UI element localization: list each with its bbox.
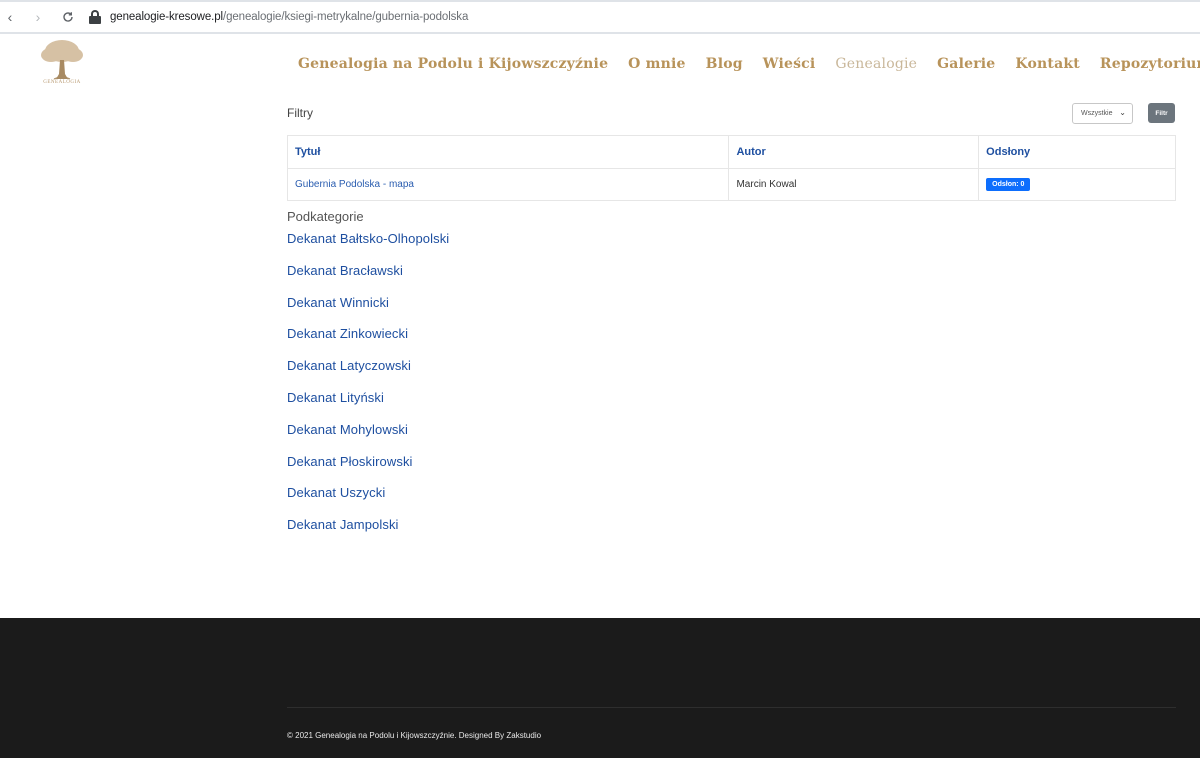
forward-arrow-icon[interactable]: › bbox=[25, 4, 51, 30]
nav-item-repozytorium[interactable]: Repozytorium bbox=[1100, 56, 1200, 72]
subcategory-link[interactable]: Dekanat Winnicki bbox=[287, 295, 389, 310]
subcategory-link[interactable]: Dekanat Płoskirowski bbox=[287, 454, 413, 469]
list-item: Dekanat Lityński bbox=[287, 389, 449, 421]
address-bar[interactable]: genealogie-kresowe.pl/genealogie/ksiegi-… bbox=[110, 11, 468, 23]
list-item: Dekanat Bałtsko-Olhopolski bbox=[287, 230, 449, 262]
column-header-views[interactable]: Odsłony bbox=[978, 135, 1176, 169]
nav-item-wiesci[interactable]: Wieści bbox=[763, 56, 816, 72]
filter-button[interactable]: Filtr bbox=[1148, 103, 1175, 123]
filters-label: Filtry bbox=[287, 106, 313, 120]
list-item: Dekanat Winnicki bbox=[287, 294, 449, 326]
subcategory-link[interactable]: Dekanat Uszycki bbox=[287, 485, 385, 500]
filter-select[interactable]: Wszystkie ⌄ bbox=[1072, 103, 1133, 124]
browser-toolbar: ‹ › genealogie-kresowe.pl/genealogie/ksi… bbox=[0, 0, 1200, 34]
subcategory-link[interactable]: Dekanat Bracławski bbox=[287, 263, 403, 278]
logo-text: GENEALOGIA bbox=[43, 80, 81, 85]
copyright-text: © 2021 Genealogia na Podolu i Kijowszczy… bbox=[287, 731, 542, 740]
list-item: Dekanat Uszycki bbox=[287, 484, 449, 516]
reload-icon[interactable] bbox=[55, 4, 81, 30]
table-cell-author: Marcin Kowal bbox=[728, 168, 980, 201]
table-header-row: Tytuł Autor Odsłony bbox=[286, 135, 1176, 169]
subcategory-link[interactable]: Dekanat Latyczowski bbox=[287, 358, 411, 373]
list-item: Dekanat Płoskirowski bbox=[287, 453, 449, 485]
nav-item-blog[interactable]: Blog bbox=[706, 56, 743, 72]
footer-divider bbox=[287, 707, 1176, 708]
subcategories-list: Dekanat Bałtsko-Olhopolski Dekanat Bracł… bbox=[287, 230, 449, 548]
subcategories-heading: Podkategorie bbox=[287, 209, 364, 224]
filter-select-value: Wszystkie bbox=[1081, 110, 1113, 117]
views-badge: Odsłon: 0 bbox=[986, 178, 1031, 191]
main-navigation: Genealogia na Podolu i Kijowszczyźnie O … bbox=[298, 56, 1200, 72]
list-item: Dekanat Zinkowiecki bbox=[287, 325, 449, 357]
nav-item-o-mnie[interactable]: O mnie bbox=[628, 56, 686, 72]
url-path: /genealogie/ksiegi-metrykalne/gubernia-p… bbox=[222, 11, 469, 23]
table-cell-views: Odsłon: 0 bbox=[978, 168, 1176, 201]
lock-icon bbox=[89, 10, 101, 24]
column-header-author[interactable]: Autor bbox=[728, 135, 980, 169]
table-row: Gubernia Podolska - mapa Marcin Kowal Od… bbox=[286, 168, 1176, 201]
nav-item-genealogie[interactable]: Genealogie bbox=[835, 56, 917, 72]
subcategory-link[interactable]: Dekanat Zinkowiecki bbox=[287, 326, 408, 341]
nav-item-home[interactable]: Genealogia na Podolu i Kijowszczyźnie bbox=[298, 56, 608, 72]
chevron-down-icon: ⌄ bbox=[1119, 108, 1126, 117]
subcategory-link[interactable]: Dekanat Mohylowski bbox=[287, 422, 408, 437]
nav-item-kontakt[interactable]: Kontakt bbox=[1015, 56, 1079, 72]
subcategory-link[interactable]: Dekanat Lityński bbox=[287, 390, 384, 405]
url-domain: genealogie-kresowe.pl bbox=[110, 11, 223, 23]
table-cell-title: Gubernia Podolska - mapa bbox=[286, 168, 730, 201]
list-item: Dekanat Mohylowski bbox=[287, 421, 449, 453]
list-item: Dekanat Bracławski bbox=[287, 262, 449, 294]
back-arrow-icon[interactable]: ‹ bbox=[0, 4, 23, 30]
list-item: Dekanat Jampolski bbox=[287, 516, 449, 548]
column-header-title[interactable]: Tytuł bbox=[286, 135, 730, 169]
article-link[interactable]: Gubernia Podolska - mapa bbox=[295, 179, 414, 190]
subcategory-link[interactable]: Dekanat Jampolski bbox=[287, 517, 399, 532]
list-item: Dekanat Latyczowski bbox=[287, 357, 449, 389]
nav-item-galerie[interactable]: Galerie bbox=[937, 56, 995, 72]
articles-table: Tytuł Autor Odsłony Gubernia Podolska - … bbox=[286, 135, 1176, 201]
site-footer: © 2021 Genealogia na Podolu i Kijowszczy… bbox=[0, 618, 1200, 758]
subcategory-link[interactable]: Dekanat Bałtsko-Olhopolski bbox=[287, 231, 449, 246]
